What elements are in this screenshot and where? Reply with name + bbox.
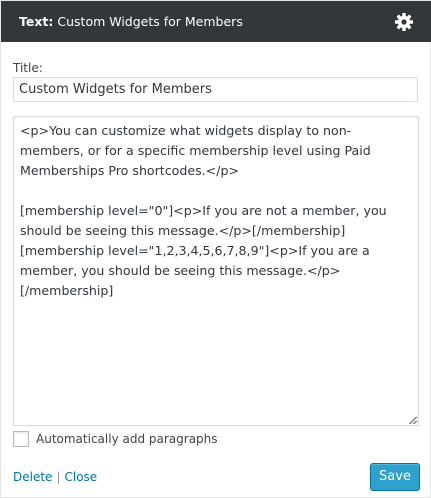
save-button[interactable]: Save [370, 463, 420, 491]
gear-icon[interactable] [394, 12, 414, 32]
content-textarea[interactable]: <p>You can customize what widgets displa… [13, 116, 419, 426]
action-separator: | [56, 470, 61, 484]
autop-checkbox[interactable] [13, 431, 29, 447]
text-widget-panel: Text: Custom Widgets for Members Title: … [0, 0, 431, 498]
widget-control-actions: Delete | Close [13, 470, 97, 484]
widget-title-text: Custom Widgets for Members [57, 14, 243, 29]
delete-link[interactable]: Delete [13, 470, 52, 484]
autop-label: Automatically add paragraphs [36, 432, 218, 446]
close-link[interactable]: Close [64, 470, 97, 484]
widget-titlebar[interactable]: Text: Custom Widgets for Members [1, 1, 431, 42]
widget-heading: Text: Custom Widgets for Members [19, 14, 243, 29]
title-label: Title: [13, 61, 43, 75]
widget-type-label: Text: [19, 14, 54, 29]
title-input[interactable] [13, 77, 418, 102]
autop-option: Automatically add paragraphs [13, 431, 218, 447]
